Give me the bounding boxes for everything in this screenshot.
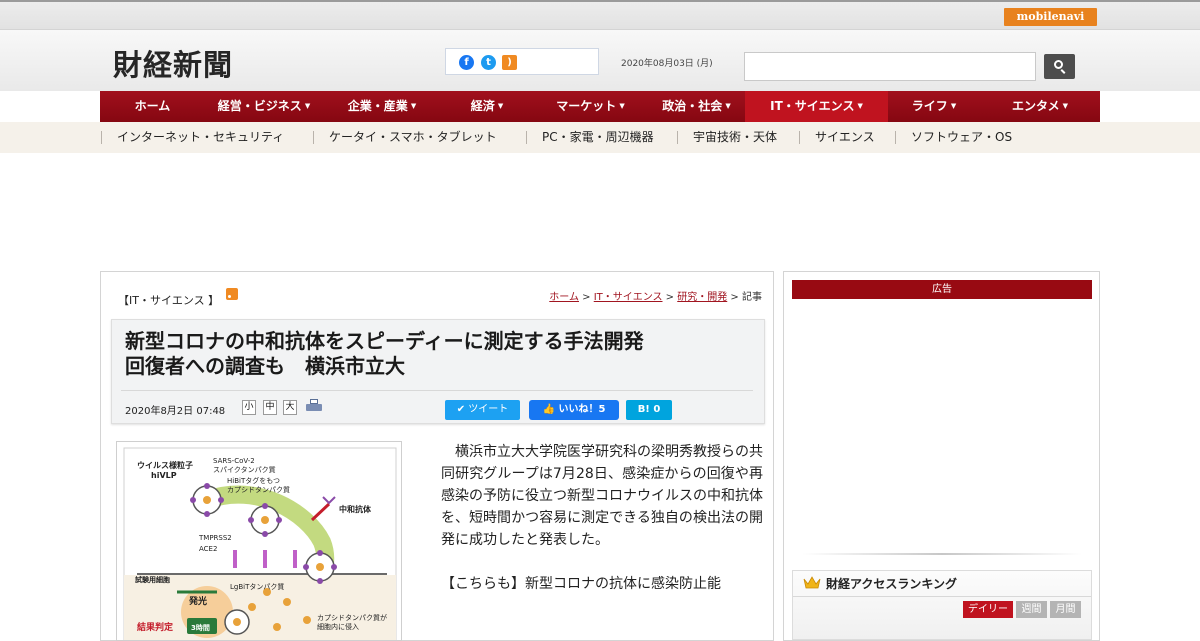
nav-item-industry[interactable]: 企業・産業 ▼ bbox=[323, 91, 441, 122]
search-icon bbox=[1054, 60, 1063, 69]
breadcrumb-home[interactable]: ホーム bbox=[549, 292, 579, 303]
nav-item-politics[interactable]: 政治・社会 ▼ bbox=[648, 91, 745, 122]
svg-text:ACE2: ACE2 bbox=[199, 545, 217, 553]
svg-text:カプシドタンパク質が: カプシドタンパク質が bbox=[317, 613, 387, 622]
breadcrumb-category[interactable]: IT・サイエンス bbox=[594, 292, 663, 303]
subnav-divider bbox=[677, 131, 678, 144]
facebook-like-button[interactable]: 👍 いいね！5 bbox=[529, 400, 619, 420]
article-figure[interactable]: SARS-CoV-2 スパイクタンパク質 ウイルス様粒子 hiVLP HiBiT… bbox=[116, 441, 402, 641]
svg-text:ウイルス様粒子: ウイルス様粒子 bbox=[137, 460, 193, 470]
search-icon-handle bbox=[1060, 69, 1066, 74]
facebook-icon[interactable]: f bbox=[459, 55, 474, 70]
subnav-divider bbox=[799, 131, 800, 144]
search-input[interactable] bbox=[744, 52, 1036, 81]
subnav-divider bbox=[526, 131, 527, 144]
ad-label: 広告 bbox=[792, 280, 1092, 299]
divider bbox=[802, 553, 1082, 555]
twitter-icon: ✔ bbox=[456, 404, 469, 415]
chevron-down-icon: ▼ bbox=[497, 102, 504, 110]
svg-text:HiBiTタグをもつ: HiBiTタグをもつ bbox=[227, 476, 280, 485]
subnav-divider bbox=[101, 131, 102, 144]
publish-date: 2020年8月2日 07:48 bbox=[125, 406, 226, 417]
svg-text:発光: 発光 bbox=[188, 595, 207, 607]
svg-text:hiVLP: hiVLP bbox=[151, 471, 177, 480]
divider bbox=[793, 596, 1091, 597]
print-icon[interactable] bbox=[306, 399, 322, 413]
chevron-down-icon: ▼ bbox=[950, 102, 957, 110]
ranking-tab-weekly[interactable]: 週間 bbox=[1016, 601, 1047, 618]
font-size-large-button[interactable]: 大 bbox=[283, 400, 297, 415]
font-size-medium-button[interactable]: 中 bbox=[263, 400, 277, 415]
virus-detection-diagram: SARS-CoV-2 スパイクタンパク質 ウイルス様粒子 hiVLP HiBiT… bbox=[123, 447, 397, 640]
nav-item-business[interactable]: 経営・ビジネス ▼ bbox=[205, 91, 323, 122]
breadcrumb-separator: > bbox=[662, 292, 678, 303]
thumbs-up-icon: 👍 bbox=[542, 404, 559, 415]
font-size-small-button[interactable]: 小 bbox=[242, 400, 256, 415]
article-title-line: 新型コロナの中和抗体をスピーディーに測定する手法開発 bbox=[125, 329, 644, 353]
subnav-item-space[interactable]: 宇宙技術・天体 bbox=[693, 122, 777, 153]
nav-item-it-science[interactable]: IT・サイエンス ▼ bbox=[745, 91, 888, 122]
article-title-line: 回復者への調査も 横浜市立大 bbox=[125, 354, 405, 378]
subnav-item-science[interactable]: サイエンス bbox=[815, 122, 875, 153]
subnav-item-internet-security[interactable]: インターネット・セキュリティ bbox=[117, 122, 284, 153]
breadcrumb-subcategory[interactable]: 研究・開発 bbox=[677, 292, 727, 303]
subnav-divider bbox=[895, 131, 896, 144]
breadcrumb-separator: > bbox=[578, 292, 594, 303]
subnav-item-software[interactable]: ソフトウェア・OS bbox=[911, 122, 1012, 153]
chevron-down-icon: ▼ bbox=[619, 102, 625, 110]
current-date: 2020年08月03日 (月) bbox=[621, 59, 713, 69]
tweet-button[interactable]: ✔ ツイート bbox=[445, 400, 520, 420]
svg-text:スパイクタンパク質: スパイクタンパク質 bbox=[213, 465, 276, 474]
article-body: 横浜市立大大学院医学研究科の梁明秀教授らの共同研究グループは7月28日、感染症か… bbox=[441, 441, 763, 595]
sub-nav: インターネット・セキュリティ ケータイ・スマホ・タブレット PC・家電・周辺機器… bbox=[0, 122, 1200, 153]
ranking-title: 財経アクセスランキング bbox=[826, 577, 958, 591]
svg-text:TMPRSS2: TMPRSS2 bbox=[198, 534, 232, 542]
chevron-down-icon: ▼ bbox=[410, 102, 417, 110]
chevron-down-icon: ▼ bbox=[1062, 102, 1069, 110]
mobilenavi-link[interactable]: mobilenavi bbox=[1004, 8, 1097, 26]
rss-icon[interactable] bbox=[226, 288, 238, 300]
chevron-down-icon: ▼ bbox=[857, 102, 863, 110]
chevron-down-icon: ▼ bbox=[304, 102, 311, 110]
breadcrumb: ホーム > IT・サイエンス > 研究・開発 > 記事 bbox=[549, 288, 762, 303]
subnav-item-pc[interactable]: PC・家電・周辺機器 bbox=[542, 122, 654, 153]
social-links: f t ) bbox=[445, 48, 599, 75]
nav-item-market[interactable]: マーケット ▼ bbox=[533, 91, 648, 122]
article-category[interactable]: 【IT・サイエンス 】 bbox=[118, 292, 219, 308]
crown-icon bbox=[803, 576, 821, 589]
svg-text:LgBiTタンパク質: LgBiTタンパク質 bbox=[230, 582, 284, 591]
chevron-down-icon: ▼ bbox=[725, 102, 731, 110]
site-logo[interactable]: 財経新聞 bbox=[113, 42, 233, 84]
hatena-bookmark-button[interactable]: B! 0 bbox=[626, 400, 672, 420]
svg-text:SARS-CoV-2: SARS-CoV-2 bbox=[213, 457, 255, 465]
twitter-icon[interactable]: t bbox=[481, 55, 496, 70]
article-title: 新型コロナの中和抗体をスピーディーに測定する手法開発 回復者への調査も 横浜市立… bbox=[125, 329, 745, 379]
subnav-divider bbox=[313, 131, 314, 144]
svg-text:カプシドタンパク質: カプシドタンパク質 bbox=[227, 485, 290, 494]
subnav-item-mobile[interactable]: ケータイ・スマホ・タブレット bbox=[329, 122, 497, 153]
svg-text:中和抗体: 中和抗体 bbox=[339, 504, 372, 514]
nav-item-economy[interactable]: 経済 ▼ bbox=[441, 91, 533, 122]
nav-item-home[interactable]: ホーム bbox=[100, 91, 205, 122]
breadcrumb-separator: > bbox=[727, 292, 742, 303]
svg-text:結果判定: 結果判定 bbox=[137, 621, 174, 633]
related-link[interactable]: 【こちらも】新型コロナの抗体に感染防止能 bbox=[441, 573, 763, 595]
ranking-tab-daily[interactable]: デイリー bbox=[963, 601, 1013, 618]
search-button[interactable] bbox=[1044, 54, 1075, 79]
divider bbox=[121, 390, 753, 391]
article-paragraph: 横浜市立大大学院医学研究科の梁明秀教授らの共同研究グループは7月28日、感染症か… bbox=[441, 444, 763, 548]
nav-item-entertainment[interactable]: エンタメ ▼ bbox=[980, 91, 1100, 122]
nav-item-life[interactable]: ライフ ▼ bbox=[888, 91, 980, 122]
svg-text:試験用細胞: 試験用細胞 bbox=[135, 575, 170, 584]
svg-text:3時間: 3時間 bbox=[191, 623, 210, 632]
main-nav: ホーム 経営・ビジネス ▼ 企業・産業 ▼ 経済 ▼ マーケット ▼ 政治・社会 ▼ IT… bbox=[100, 91, 1100, 122]
breadcrumb-current: 記事 bbox=[742, 292, 762, 303]
ranking-tab-monthly[interactable]: 月間 bbox=[1050, 601, 1081, 618]
rss-icon[interactable]: ) bbox=[502, 55, 517, 70]
